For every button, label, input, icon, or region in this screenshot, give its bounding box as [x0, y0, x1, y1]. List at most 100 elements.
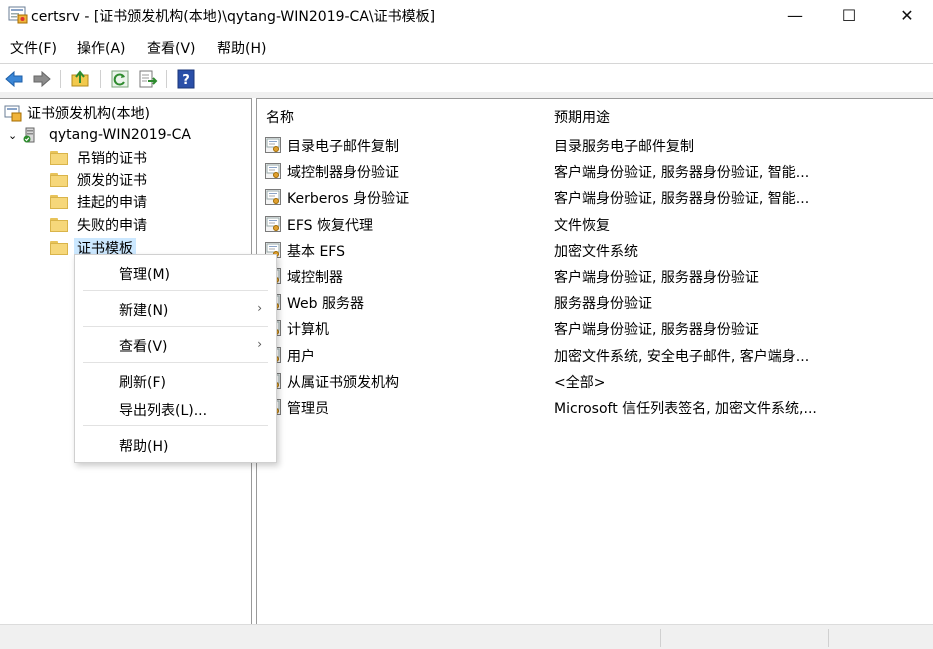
template-purpose: 加密文件系统, 安全电子邮件, 客户端身...	[554, 348, 810, 365]
template-name: Web 服务器	[287, 296, 364, 313]
forward-arrow-icon[interactable]	[32, 69, 52, 89]
template-purpose: 客户端身份验证, 服务器身份验证, 智能...	[554, 191, 810, 208]
menu-file[interactable]: 文件(F)	[10, 38, 57, 58]
menu-item-label: 新建(N)	[119, 303, 169, 319]
template-name: 基本 EFS	[287, 243, 345, 260]
template-purpose: 服务器身份验证	[554, 296, 652, 313]
toolbar-separator	[166, 70, 167, 88]
menu-help[interactable]: 帮助(H)	[217, 38, 266, 58]
template-purpose: 文件恢复	[554, 217, 610, 234]
certificate-authority-icon	[4, 105, 22, 122]
tree-item-pending[interactable]: 挂起的申请	[50, 191, 150, 213]
menu-item-label: 导出列表(L)...	[119, 403, 208, 419]
certificate-template-icon	[265, 215, 281, 232]
template-name: Kerberos 身份验证	[287, 191, 410, 208]
help-icon[interactable]: ?	[176, 69, 196, 89]
template-name: 用户	[287, 348, 315, 365]
back-arrow-icon[interactable]	[4, 69, 24, 89]
template-name: EFS 恢复代理	[287, 217, 373, 234]
menu-item-label: 刷新(F)	[119, 375, 166, 391]
menu-bar: 文件(F) 操作(A) 查看(V) 帮助(H)	[0, 36, 933, 60]
tree-root[interactable]: 证书颁发机构(本地)	[4, 102, 153, 124]
table-row[interactable]: Web 服务器 服务器身份验证	[257, 289, 933, 315]
menu-action[interactable]: 操作(A)	[77, 38, 126, 58]
menu-view[interactable]: 查看(V)	[147, 38, 196, 58]
tree-item-failed[interactable]: 失败的申请	[50, 214, 150, 236]
window-title: certsrv - [证书颁发机构(本地)\qytang-WIN2019-CA\…	[31, 9, 436, 25]
table-row[interactable]: 域控制器身份验证 客户端身份验证, 服务器身份验证, 智能...	[257, 158, 933, 184]
template-purpose: 加密文件系统	[554, 243, 638, 260]
menu-separator	[83, 290, 268, 291]
template-list-pane: 名称 预期用途 目录电子邮件复制 目录服务电子邮件复制 域控制器身份验证 客户端身份验…	[256, 98, 933, 626]
submenu-arrow-icon: ›	[257, 301, 262, 315]
folder-icon	[50, 241, 68, 255]
tree-ca-label: qytang-WIN2019-CA	[49, 127, 191, 143]
table-row[interactable]: EFS 恢复代理 文件恢复	[257, 211, 933, 237]
table-row[interactable]: 域控制器 客户端身份验证, 服务器身份验证	[257, 263, 933, 289]
table-row[interactable]: 计算机 客户端身份验证, 服务器身份验证	[257, 315, 933, 341]
maximize-button[interactable]: ☐	[826, 0, 872, 30]
toolbar: ?	[0, 63, 933, 94]
folder-icon	[50, 151, 68, 165]
menu-item-label: 管理(M)	[119, 267, 171, 283]
template-purpose: 目录服务电子邮件复制	[554, 139, 694, 155]
template-purpose: 客户端身份验证, 服务器身份验证	[554, 322, 759, 339]
folder-icon	[50, 195, 68, 209]
minimize-button[interactable]: —	[772, 0, 818, 30]
tree-item-label: 吊销的证书	[77, 151, 147, 167]
table-row[interactable]: Kerberos 身份验证 客户端身份验证, 服务器身份验证, 智能...	[257, 184, 933, 210]
context-menu: 管理(M) 新建(N) › 查看(V) › 刷新(F) 导出列表(L)... 帮…	[74, 254, 277, 463]
menu-item-refresh[interactable]: 刷新(F)	[75, 366, 276, 396]
ca-server-icon	[23, 127, 35, 143]
template-name: 域控制器	[287, 270, 343, 286]
menu-item-label: 查看(V)	[119, 339, 168, 355]
folder-icon	[50, 173, 68, 187]
export-list-icon[interactable]	[138, 69, 158, 89]
template-name: 目录电子邮件复制	[287, 139, 399, 155]
template-name: 域控制器身份验证	[287, 165, 399, 182]
template-name: 从属证书颁发机构	[287, 374, 399, 391]
menu-item-help[interactable]: 帮助(H)	[75, 430, 276, 460]
template-purpose: Microsoft 信任列表签名, 加密文件系统,...	[554, 401, 817, 417]
submenu-arrow-icon: ›	[257, 337, 262, 351]
tree-ca-node[interactable]: ⌄ qytang-WIN2019-CA	[8, 124, 194, 146]
certsrv-app-icon	[8, 6, 28, 24]
title-bar: certsrv - [证书颁发机构(本地)\qytang-WIN2019-CA\…	[0, 0, 933, 32]
menu-separator	[83, 362, 268, 363]
template-purpose: 客户端身份验证, 服务器身份验证	[554, 270, 759, 286]
template-name: 计算机	[287, 322, 329, 339]
certificate-template-icon	[265, 137, 281, 153]
close-button[interactable]: ✕	[884, 0, 930, 30]
table-row[interactable]: 管理员 Microsoft 信任列表签名, 加密文件系统,...	[257, 394, 933, 420]
template-purpose: <全部>	[554, 374, 606, 391]
tree-root-label: 证书颁发机构(本地)	[27, 106, 150, 122]
menu-item-manage[interactable]: 管理(M)	[75, 258, 276, 288]
template-purpose: 客户端身份验证, 服务器身份验证, 智能...	[554, 165, 810, 182]
menu-item-new[interactable]: 新建(N) ›	[75, 294, 276, 324]
status-bar	[0, 624, 933, 649]
expand-chevron-icon[interactable]: ⌄	[8, 129, 22, 142]
certificate-template-icon	[265, 163, 281, 180]
folder-icon	[50, 218, 68, 232]
menu-separator	[83, 425, 268, 426]
toolbar-separator	[60, 70, 61, 88]
menu-item-export-list[interactable]: 导出列表(L)...	[75, 394, 276, 424]
tree-item-label: 挂起的申请	[77, 195, 147, 211]
tree-item-issued[interactable]: 颁发的证书	[50, 169, 150, 191]
refresh-icon[interactable]	[110, 69, 130, 89]
table-row[interactable]: 基本 EFS 加密文件系统	[257, 237, 933, 263]
up-folder-icon[interactable]	[70, 69, 90, 89]
column-header-name[interactable]: 名称	[266, 107, 294, 127]
svg-text:?: ?	[182, 73, 190, 88]
tree-item-label: 失败的申请	[77, 218, 147, 234]
table-row[interactable]: 从属证书颁发机构 <全部>	[257, 368, 933, 394]
table-row[interactable]: 用户 加密文件系统, 安全电子邮件, 客户端身...	[257, 342, 933, 368]
tree-item-revoked[interactable]: 吊销的证书	[50, 147, 150, 169]
menu-item-view[interactable]: 查看(V) ›	[75, 330, 276, 360]
status-separator	[660, 629, 661, 647]
toolbar-separator	[100, 70, 101, 88]
tree-item-label: 颁发的证书	[77, 173, 147, 189]
table-row[interactable]: 目录电子邮件复制 目录服务电子邮件复制	[257, 132, 933, 158]
column-header-purpose[interactable]: 预期用途	[554, 107, 610, 127]
status-separator	[828, 629, 829, 647]
